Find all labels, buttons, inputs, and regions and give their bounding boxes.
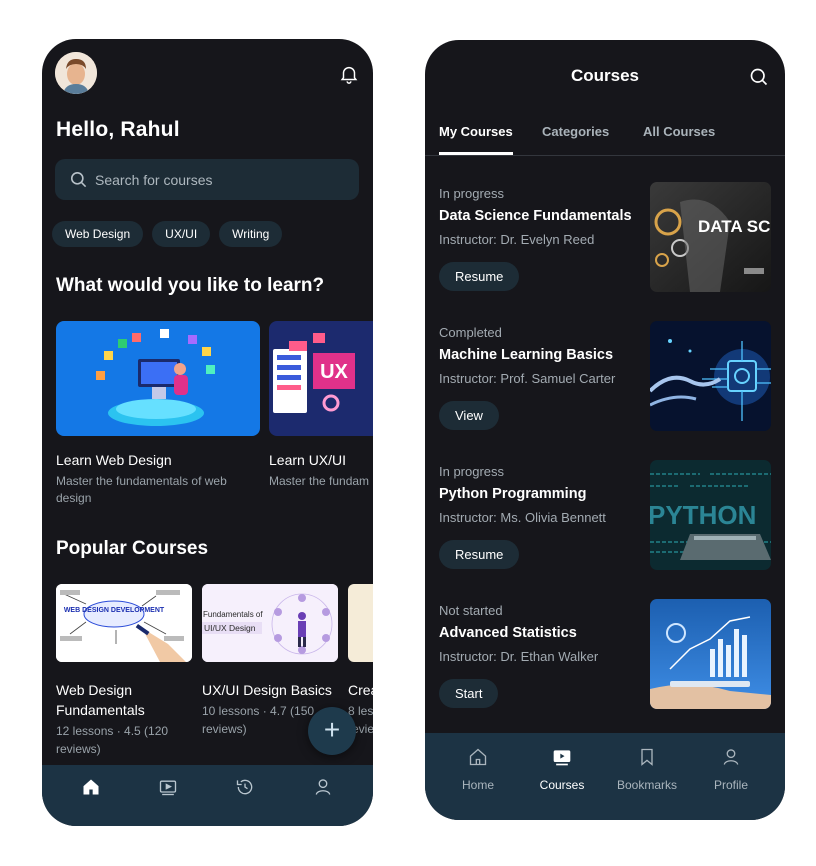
popular-card-partial[interactable]: Crea 8 les revie [348, 584, 373, 738]
popular-card-title: Web Design Fundamentals [56, 682, 145, 718]
course-item-data-science[interactable]: In progress Data Science Fundamentals In… [439, 182, 771, 292]
uxui-thumb-line1: Fundamentals of [203, 610, 263, 619]
course-name: Machine Learning Basics [439, 347, 614, 363]
greeting: Hello, Rahul [56, 118, 180, 141]
nav-label: Courses [539, 778, 585, 792]
tab-my-courses[interactable]: My Courses [439, 124, 513, 139]
profile-icon[interactable] [313, 777, 333, 797]
bookmark-icon [641, 748, 653, 766]
statistics-image [650, 599, 771, 709]
nav-label: Profile [713, 778, 748, 792]
web-design-illustration [56, 321, 260, 436]
chip-web-design[interactable]: Web Design [52, 221, 144, 247]
popular-card-meta: 12 lessons · 4.5 (120 reviews) [56, 724, 169, 756]
popular-card-web-design[interactable]: WEB DESIGN DEVELOPMENT Web Design Fundam… [56, 584, 192, 758]
view-button[interactable]: View [439, 401, 499, 430]
nav-home[interactable]: Home [433, 733, 523, 820]
search-icon[interactable] [749, 67, 769, 92]
nav-courses[interactable]: Courses [517, 733, 607, 820]
learn-card-title: Learn Web Design [56, 452, 172, 468]
home-screen: Hello, Rahul Web Design UX/UI Writing Wh… [42, 39, 373, 826]
history-icon[interactable] [235, 777, 255, 797]
notification-bell-icon[interactable] [338, 63, 360, 85]
chip-ux-ui[interactable]: UX/UI [152, 221, 211, 247]
video-icon[interactable] [158, 777, 178, 797]
add-button[interactable]: + [308, 707, 356, 755]
course-name: Advanced Statistics [439, 625, 577, 641]
tab-all-courses[interactable]: All Courses [643, 124, 715, 139]
learn-card-desc: Master the fundamentals of web design [56, 474, 227, 505]
profile-icon [723, 749, 739, 765]
home-icon [469, 748, 487, 766]
home-icon[interactable] [81, 777, 101, 797]
resume-button[interactable]: Resume [439, 540, 520, 569]
machine-learning-image [650, 321, 771, 431]
tab-divider [425, 155, 785, 156]
learn-card-desc: Master the fundam [269, 474, 370, 488]
play-icon [553, 750, 571, 766]
nav-label: Home [461, 778, 494, 792]
course-instructor: Instructor: Dr. Ethan Walker [439, 649, 599, 664]
ux-ui-illustration: UX [269, 321, 373, 436]
learn-section-title: What would you like to learn? [56, 275, 325, 296]
course-item-statistics[interactable]: Not started Advanced Statistics Instruct… [439, 599, 771, 709]
search-input[interactable] [95, 159, 345, 200]
image-text: PYTHON [650, 500, 756, 530]
course-status: Not started [439, 603, 503, 618]
courses-screen: Courses My Courses Categories All Course… [425, 40, 785, 820]
ux-thumb-text: UX [320, 361, 348, 383]
nav-profile[interactable]: Profile [686, 733, 776, 820]
python-image: PYTHON [650, 460, 771, 570]
learn-card-title: Learn UX/UI [269, 452, 347, 468]
whiteboard-thumbnail: WEB DESIGN DEVELOPMENT [56, 584, 192, 662]
start-button[interactable]: Start [439, 679, 499, 708]
course-instructor: Instructor: Prof. Samuel Carter [439, 371, 616, 386]
course-item-python[interactable]: In progress Python Programming Instructo… [439, 460, 771, 570]
tab-categories[interactable]: Categories [542, 124, 609, 139]
bottom-nav: Home Courses Bookmarks Profile [425, 733, 785, 820]
course-status: In progress [439, 186, 505, 201]
nav-label: Bookmarks [616, 778, 678, 792]
whiteboard-text: WEB DESIGN DEVELOPMENT [64, 607, 165, 614]
nav-bookmarks[interactable]: Bookmarks [602, 733, 692, 820]
image-text: DATA SCIENCE [698, 217, 771, 236]
uxui-thumb-line2: UI/UX Design [204, 623, 256, 633]
popular-card-title: UX/UI Design Basics [202, 682, 332, 698]
uxui-thumbnail: Fundamentals of UI/UX Design [202, 584, 338, 662]
search-bar[interactable] [55, 159, 359, 200]
popular-section-title: Popular Courses [56, 538, 209, 559]
learn-card-ux-ui[interactable]: UX Learn UX/UI Master the fundam [269, 321, 373, 490]
course-item-machine-learning[interactable]: Completed Machine Learning Basics Instru… [439, 321, 771, 431]
course-name: Data Science Fundamentals [439, 208, 632, 224]
popular-card-title: Crea [348, 682, 373, 698]
course-status: In progress [439, 464, 505, 479]
course-instructor: Instructor: Dr. Evelyn Reed [439, 232, 595, 247]
avatar[interactable] [55, 52, 97, 94]
chip-writing[interactable]: Writing [219, 221, 283, 247]
learn-card-web-design[interactable]: Learn Web Design Master the fundamentals… [56, 321, 260, 507]
resume-button[interactable]: Resume [439, 262, 520, 291]
category-chips: Web Design UX/UI Writing [52, 221, 283, 247]
course-name: Python Programming [439, 486, 587, 502]
bottom-nav [42, 765, 373, 826]
course-instructor: Instructor: Ms. Olivia Bennett [439, 510, 606, 525]
page-title: Courses [570, 66, 640, 85]
data-science-image: DATA SCIENCE [650, 182, 771, 292]
course-status: Completed [439, 325, 502, 340]
partial-thumbnail [348, 584, 373, 662]
search-icon [70, 171, 87, 188]
